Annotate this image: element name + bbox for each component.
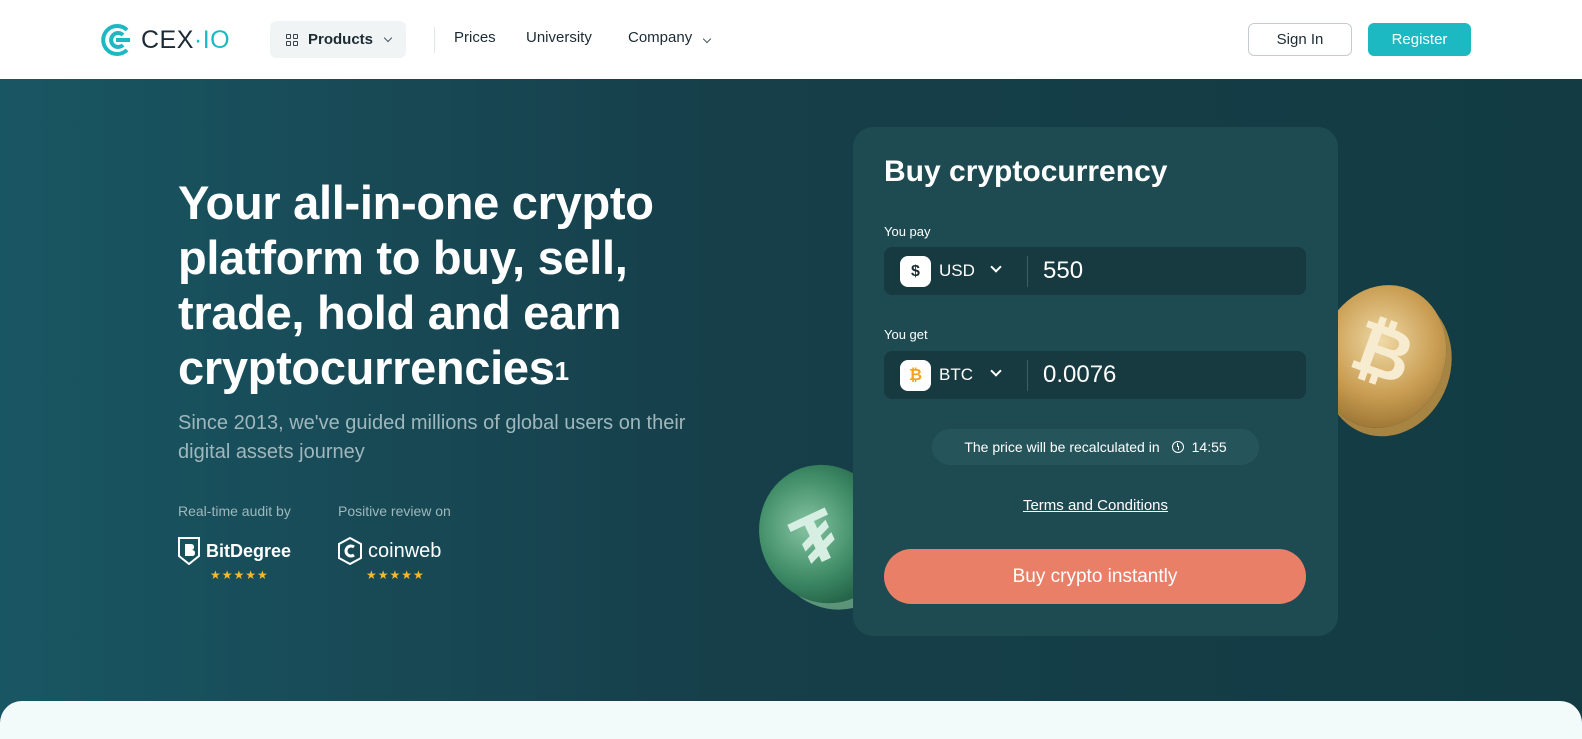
- review-label: Positive review on: [338, 503, 451, 519]
- nav-link-company[interactable]: Company: [628, 29, 712, 46]
- get-currency-select[interactable]: BTC: [939, 365, 973, 385]
- bitdegree-icon: [178, 537, 200, 565]
- terms-text[interactable]: Terms and Conditions: [1023, 497, 1168, 514]
- get-amount-input[interactable]: 0.0076: [1043, 361, 1116, 389]
- register-button[interactable]: Register: [1368, 23, 1471, 56]
- logo-text-suffix: IO: [202, 25, 231, 54]
- top-header: CEX·IO Products Prices University Compan…: [0, 0, 1582, 79]
- hero-title-text: Your all-in-one crypto platform to buy, …: [178, 176, 654, 394]
- buy-crypto-card: Buy cryptocurrency You pay $ USD 550 You…: [853, 127, 1338, 636]
- bitdegree-badge[interactable]: BitDegree: [178, 537, 291, 565]
- btc-icon: ₿: [900, 360, 931, 391]
- grid-icon: [286, 33, 298, 46]
- pay-currency-select[interactable]: USD: [939, 261, 975, 281]
- coinweb-name: coinweb: [368, 539, 442, 562]
- you-pay-label: You pay: [884, 224, 931, 239]
- field-divider: [1027, 360, 1028, 391]
- field-divider: [1027, 256, 1028, 287]
- company-label: Company: [628, 29, 693, 46]
- bitcoin-symbol-icon: ₿: [1341, 305, 1424, 401]
- buy-card-title: Buy cryptocurrency: [884, 155, 1168, 188]
- products-menu-button[interactable]: Products: [270, 21, 406, 58]
- chevron-down-icon[interactable]: [990, 365, 1002, 377]
- bitdegree-name: BitDegree: [206, 540, 292, 561]
- nav-link-university[interactable]: University: [526, 29, 592, 46]
- coinweb-icon: [338, 537, 362, 565]
- cex-io-logo[interactable]: CEX·IO: [99, 21, 230, 59]
- terms-link[interactable]: Terms and Conditions: [853, 497, 1338, 514]
- sign-in-button[interactable]: Sign In: [1248, 23, 1352, 56]
- tether-symbol-icon: ₮: [780, 493, 853, 583]
- clock-icon: [1171, 441, 1184, 453]
- hero-title-footnote[interactable]: 1: [555, 356, 569, 386]
- hero-section: Your all-in-one crypto platform to buy, …: [0, 79, 1582, 739]
- cex-logo-icon: [101, 24, 130, 56]
- audit-label: Real-time audit by: [178, 503, 291, 519]
- pay-amount-input[interactable]: 550: [1043, 257, 1083, 285]
- next-section-panel: [0, 701, 1582, 739]
- chevron-down-icon: [383, 33, 393, 43]
- recalc-time: 14:55: [1191, 439, 1227, 455]
- products-label: Products: [308, 31, 374, 48]
- chevron-down-icon[interactable]: [990, 261, 1002, 273]
- pay-field: $ USD 550: [884, 247, 1306, 295]
- coinweb-badge[interactable]: coinweb: [338, 537, 441, 565]
- chevron-down-icon: [702, 34, 712, 44]
- nav-link-prices[interactable]: Prices: [454, 29, 496, 46]
- get-field: ₿ BTC 0.0076: [884, 351, 1306, 399]
- coinweb-stars: ★★★★★: [366, 568, 425, 582]
- usd-icon: $: [900, 256, 931, 287]
- bitdegree-stars: ★★★★★: [210, 568, 269, 582]
- you-get-label: You get: [884, 327, 928, 342]
- recalc-timer: The price will be recalculated in 14:55: [932, 429, 1259, 465]
- buy-crypto-button[interactable]: Buy crypto instantly: [884, 549, 1306, 604]
- recalc-text: The price will be recalculated in: [964, 439, 1160, 455]
- nav-divider: [434, 27, 435, 53]
- hero-subtitle: Since 2013, we've guided millions of glo…: [178, 412, 686, 463]
- logo-text-main: CEX: [141, 25, 194, 54]
- hero-title: Your all-in-one crypto platform to buy, …: [178, 175, 738, 395]
